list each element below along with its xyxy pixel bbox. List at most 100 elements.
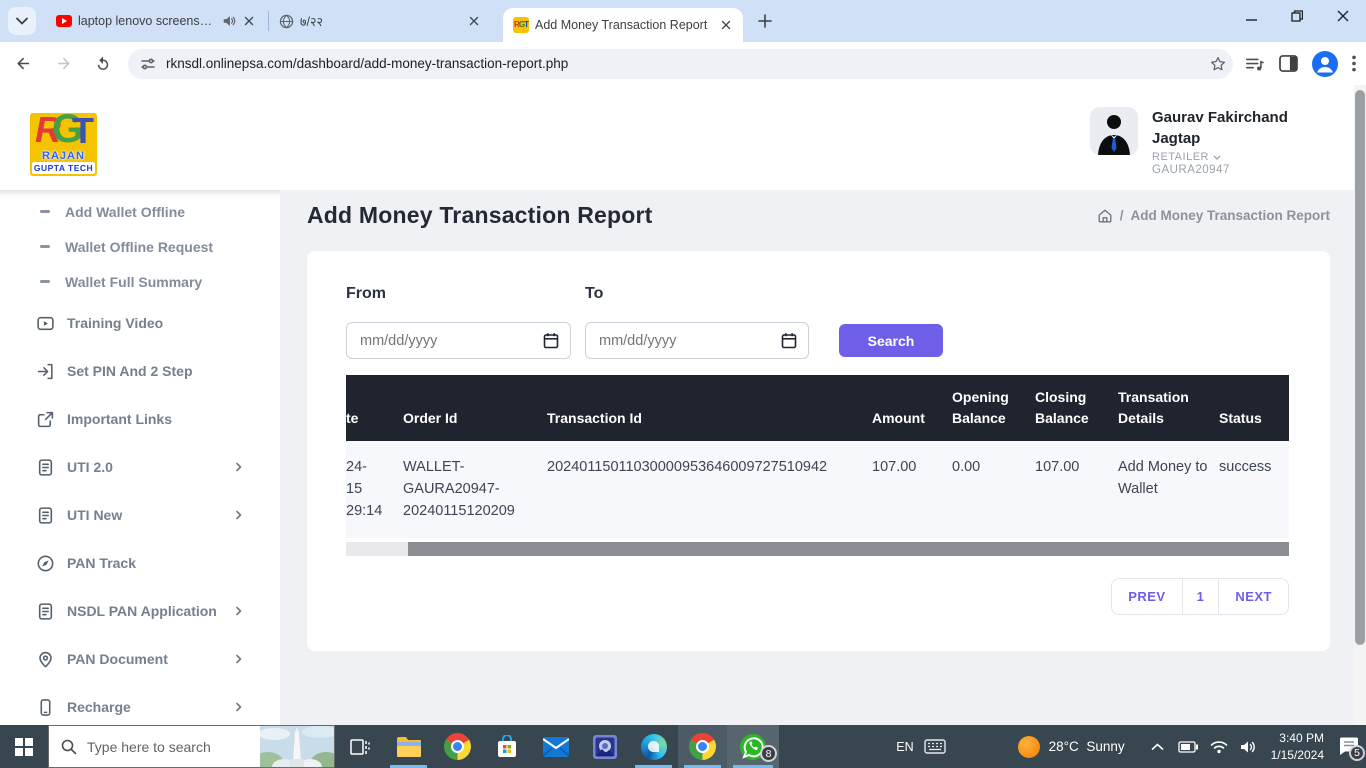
mail-button[interactable]: [531, 725, 580, 768]
battery-icon[interactable]: [1178, 741, 1198, 753]
browser-tab-youtube[interactable]: laptop lenovo screenshot -: [46, 4, 268, 38]
sidebar-item-uti-20[interactable]: UTI 2.0: [0, 443, 280, 491]
logo-text: GUPTA TECH: [32, 162, 95, 174]
store-icon: [495, 735, 519, 759]
url-text[interactable]: rknsdl.onlinepsa.com/dashboard/add-money…: [166, 56, 1209, 71]
bookmark-star-icon[interactable]: [1209, 55, 1227, 73]
chevron-right-icon: [234, 462, 244, 472]
report-card: From To Search te Order Id Transaction I…: [307, 251, 1330, 651]
user-role[interactable]: RETAILER: [1152, 151, 1292, 163]
tab-search-button[interactable]: [8, 7, 36, 35]
sidebar-item-nsdl-pan-application[interactable]: NSDL PAN Application: [0, 587, 280, 635]
weather-icon[interactable]: [1018, 736, 1040, 758]
site-logo[interactable]: R G T RAJAN GUPTA TECH: [30, 113, 97, 176]
restore-button[interactable]: [1274, 0, 1320, 32]
page-number-button[interactable]: 1: [1182, 579, 1219, 614]
language-indicator[interactable]: EN: [896, 740, 913, 754]
taskbar-clock[interactable]: 3:40 PM 1/15/2024: [1271, 730, 1324, 762]
sidebar-item-pan-document[interactable]: PAN Document: [0, 635, 280, 683]
sidebar-item-important-links[interactable]: Important Links: [0, 395, 280, 443]
media-controls-icon[interactable]: [1245, 55, 1265, 73]
prev-page-button[interactable]: PREV: [1112, 579, 1181, 614]
vertical-scrollbar[interactable]: [1354, 85, 1366, 725]
tab-title: ७/२२: [300, 13, 459, 30]
tray-chevron-up-icon[interactable]: [1151, 743, 1164, 751]
col-order-id: Order Id: [403, 375, 547, 441]
page-title: Add Money Transaction Report: [307, 202, 653, 229]
photos-icon: [593, 735, 617, 759]
youtube-icon: [56, 15, 72, 27]
keyboard-icon[interactable]: [924, 739, 946, 754]
user-avatar: [1090, 107, 1138, 155]
sidebar-item-add-wallet-offline[interactable]: Add Wallet Offline: [0, 194, 280, 229]
browser-tab-strip: laptop lenovo screenshot - ७/२२ RGT Add …: [0, 0, 1366, 42]
tab-close-icon[interactable]: [240, 12, 258, 30]
table-row: 24- 15 29:14 WALLET-GAURA20947-202401151…: [346, 441, 1289, 538]
wifi-icon[interactable]: [1210, 740, 1228, 754]
horizontal-scrollbar[interactable]: [346, 542, 1289, 556]
browser-tab-active[interactable]: RGT Add Money Transaction Report: [503, 8, 743, 42]
weather-text[interactable]: 28°C Sunny: [1049, 739, 1125, 754]
profile-avatar[interactable]: [1312, 51, 1338, 77]
address-bar[interactable]: rknsdl.onlinepsa.com/dashboard/add-money…: [128, 49, 1233, 79]
user-profile[interactable]: Gaurav Fakirchand Jagtap RETAILER GAURA2…: [1090, 107, 1292, 176]
side-panel-icon[interactable]: [1279, 55, 1298, 72]
file-explorer-button[interactable]: [384, 725, 433, 768]
chrome-icon: [689, 733, 716, 760]
horizontal-scrollbar-thumb[interactable]: [408, 542, 1289, 556]
reload-button[interactable]: [86, 47, 120, 81]
home-icon[interactable]: [1097, 208, 1113, 224]
whatsapp-button[interactable]: 8: [727, 725, 779, 768]
cell-opening-balance: 0.00: [952, 441, 1035, 538]
transactions-table: te Order Id Transaction Id Amount Openin…: [346, 375, 1289, 556]
forward-button[interactable]: [46, 47, 80, 81]
col-status: Status: [1219, 375, 1289, 441]
close-window-button[interactable]: [1320, 0, 1366, 32]
new-tab-button[interactable]: [751, 7, 779, 35]
minimize-button[interactable]: [1228, 0, 1274, 32]
calendar-icon[interactable]: [781, 332, 797, 349]
breadcrumb-current: Add Money Transaction Report: [1130, 208, 1330, 223]
tab-close-icon[interactable]: [717, 16, 735, 34]
search-button[interactable]: Search: [839, 324, 943, 357]
col-date-clipped: te: [346, 375, 403, 441]
task-view-button[interactable]: [335, 725, 384, 768]
site-info-icon[interactable]: [140, 56, 156, 72]
search-highlight-image[interactable]: [260, 726, 334, 767]
sidebar-item-pan-track[interactable]: PAN Track: [0, 539, 280, 587]
login-icon: [36, 362, 55, 381]
taskbar-search-box[interactable]: Type here to search: [48, 725, 335, 768]
col-opening-balance: Opening Balance: [952, 375, 1035, 441]
back-button[interactable]: [6, 47, 40, 81]
sidebar-item-uti-new[interactable]: UTI New: [0, 491, 280, 539]
dash-icon: [40, 280, 50, 283]
browser-menu-icon[interactable]: [1352, 55, 1356, 72]
chevron-right-icon: [234, 654, 244, 664]
browser-tab-second[interactable]: ७/२२: [269, 4, 491, 38]
windows-taskbar: Type here to search 8 EN: [0, 725, 1366, 768]
sidebar-item-training-video[interactable]: Training Video: [0, 299, 280, 347]
vertical-scrollbar-thumb[interactable]: [1355, 90, 1365, 645]
tab-close-icon[interactable]: [465, 12, 483, 30]
tab-title: Add Money Transaction Report: [535, 18, 711, 32]
breadcrumb: / Add Money Transaction Report: [1097, 208, 1330, 224]
chrome-pinned-button[interactable]: [433, 725, 482, 768]
sidebar-item-recharge[interactable]: Recharge: [0, 683, 280, 731]
volume-icon[interactable]: [1240, 740, 1257, 754]
edge-button[interactable]: [629, 725, 678, 768]
photos-app-button[interactable]: [580, 725, 629, 768]
user-id: GAURA20947: [1152, 164, 1292, 176]
sidebar-item-wallet-offline-request[interactable]: Wallet Offline Request: [0, 229, 280, 264]
start-button[interactable]: [0, 725, 48, 768]
to-date-input[interactable]: [585, 322, 809, 359]
sidebar-item-wallet-full-summary[interactable]: Wallet Full Summary: [0, 264, 280, 299]
calendar-icon[interactable]: [543, 332, 559, 349]
sidebar-item-set-pin[interactable]: Set PIN And 2 Step: [0, 347, 280, 395]
notification-center-button[interactable]: 5: [1332, 725, 1366, 768]
microsoft-store-button[interactable]: [482, 725, 531, 768]
tab-audio-icon[interactable]: [222, 14, 236, 28]
chrome-active-button[interactable]: [678, 725, 727, 768]
from-label: From: [346, 285, 571, 303]
from-date-input[interactable]: [346, 322, 571, 359]
next-page-button[interactable]: NEXT: [1218, 579, 1288, 614]
